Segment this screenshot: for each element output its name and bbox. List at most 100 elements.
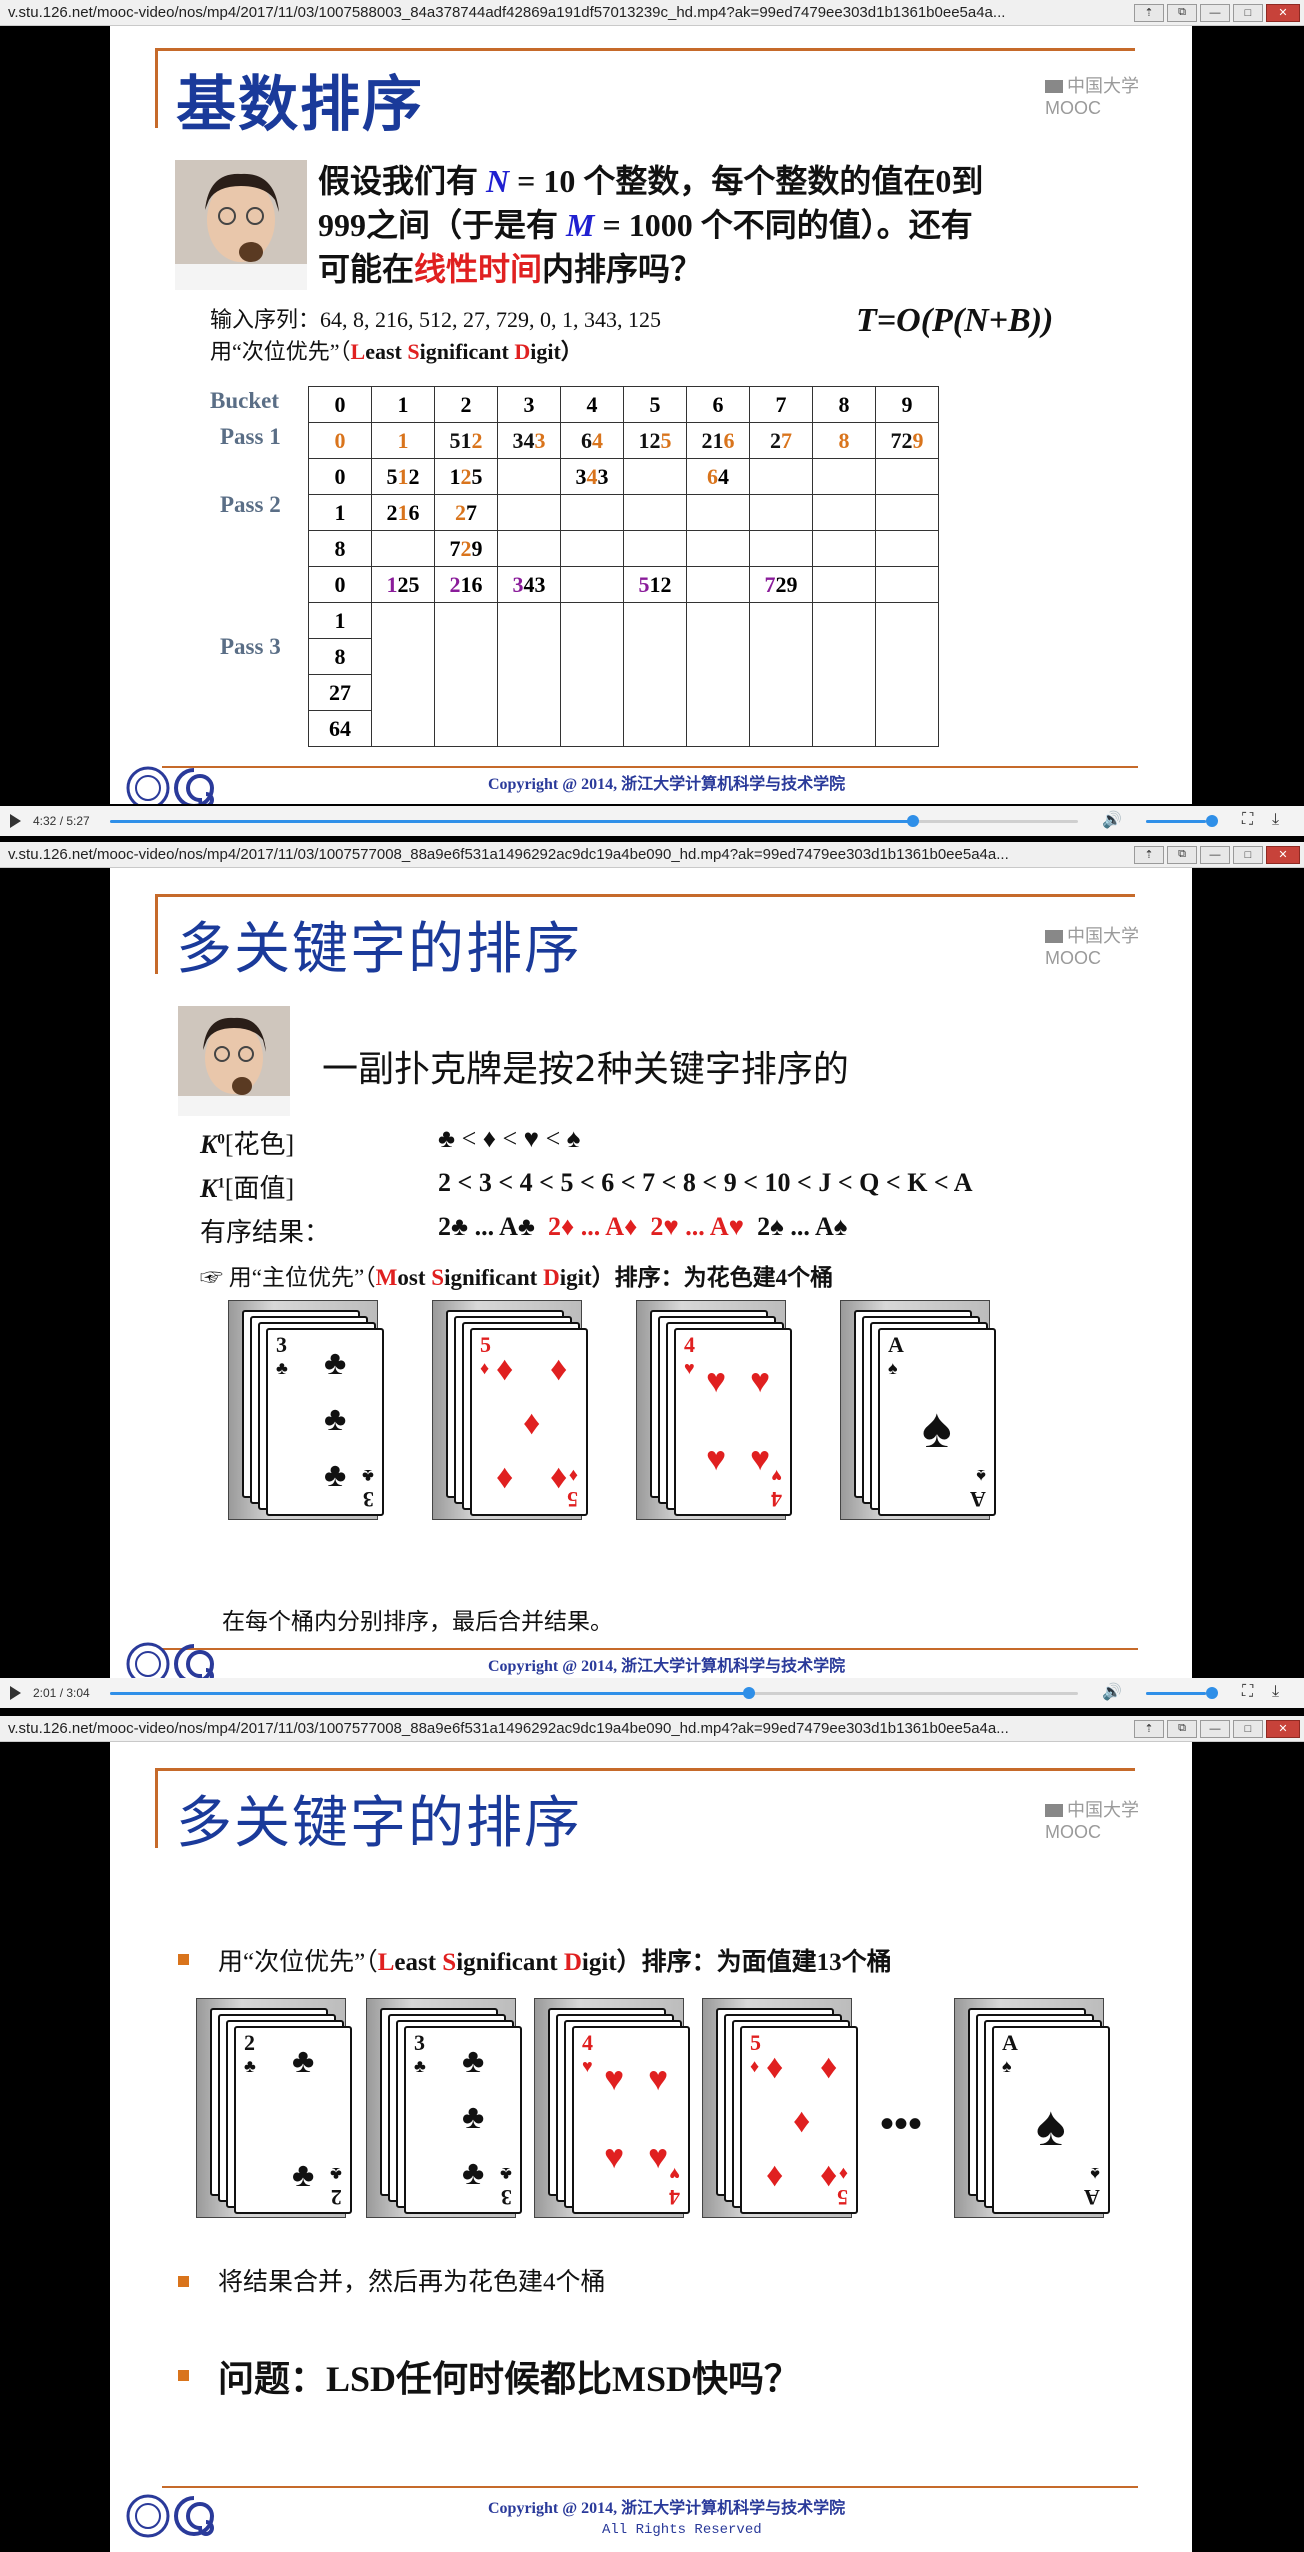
playback-time: 4:32 / 5:27 bbox=[33, 814, 90, 828]
card-rank: 5 bbox=[480, 1332, 491, 1357]
zju-logo bbox=[126, 1640, 215, 1678]
maximize-button[interactable]: □ bbox=[1233, 845, 1263, 864]
seek-bar[interactable] bbox=[110, 1687, 1078, 1699]
maximize-button[interactable]: □ bbox=[1233, 1719, 1263, 1738]
radix-bucket-table: 0 1 2 3 4 5 6 7 8 9 0 1 512 343 64 125 216 27 8 729 0 512 125 3… bbox=[308, 386, 939, 747]
minimize-button[interactable]: — bbox=[1200, 845, 1230, 864]
volume-slider[interactable] bbox=[1146, 815, 1218, 827]
table-cell bbox=[875, 494, 939, 531]
slide-multikey-lsd: 多关键字的排序 中国大学MOOC 用“次位优先”（Least Significa… bbox=[110, 1742, 1192, 2552]
card-suit-icon: ♣ bbox=[244, 2056, 256, 2076]
minimize-button[interactable]: — bbox=[1200, 3, 1230, 22]
suit-pip-icon: ♥ bbox=[750, 1440, 771, 1478]
table-cell: 512 bbox=[434, 422, 498, 459]
card-suit-icon: ♣ bbox=[414, 2056, 426, 2076]
suit-pip-icon: ♥ bbox=[648, 2138, 669, 2176]
table-cell bbox=[623, 530, 687, 567]
minimize-button[interactable]: — bbox=[1200, 1719, 1230, 1738]
playing-card: 4 ♥ 4 ♥ ♥ ♥ ♥ ♥ bbox=[674, 1328, 792, 1516]
restore-button[interactable]: ⧉ bbox=[1167, 3, 1197, 22]
fullscreen-icon[interactable]: ⛶ bbox=[1242, 811, 1253, 829]
window-title-bar[interactable]: v.stu.126.net/mooc-video/nos/mp4/2017/11… bbox=[0, 842, 1304, 868]
close-button[interactable]: ✕ bbox=[1266, 1719, 1300, 1738]
pin-button[interactable]: ⇡ bbox=[1134, 1719, 1164, 1738]
suit-pip-icon: ♥ bbox=[706, 1362, 727, 1400]
restore-button[interactable]: ⧉ bbox=[1167, 1719, 1197, 1738]
play-icon[interactable] bbox=[10, 1686, 21, 1700]
table-cell bbox=[812, 602, 876, 747]
table-cell bbox=[812, 566, 876, 603]
msd-description: ☞ 用“主位优先”（Most Significant Digit）排序：为花色建… bbox=[200, 1265, 834, 1290]
play-icon[interactable] bbox=[10, 814, 21, 828]
k0-label: K0[花色] bbox=[200, 1130, 295, 1159]
fullscreen-icon[interactable]: ⛶ bbox=[1242, 1683, 1253, 1701]
video-window-1: v.stu.126.net/mooc-video/nos/mp4/2017/11… bbox=[0, 0, 1304, 840]
suit-pip-icon: ♦ bbox=[496, 1350, 514, 1388]
merge-note: 在每个桶内分别排序，最后合并结果。 bbox=[222, 1609, 613, 1634]
table-cell: 729 bbox=[434, 530, 498, 567]
volume-slider[interactable] bbox=[1146, 1687, 1218, 1699]
window-title-bar[interactable]: v.stu.126.net/mooc-video/nos/mp4/2017/11… bbox=[0, 1716, 1304, 1742]
bullet-icon bbox=[178, 2276, 189, 2287]
close-button[interactable]: ✕ bbox=[1266, 845, 1300, 864]
table-cell: 343 bbox=[497, 422, 561, 459]
download-icon[interactable]: ⤓ bbox=[1272, 811, 1279, 829]
table-cell bbox=[560, 530, 624, 567]
table-cell: 343 bbox=[560, 458, 624, 495]
pass1-label: Pass 1 bbox=[220, 424, 281, 449]
table-row: 0 512 125 343 64 bbox=[308, 458, 939, 495]
download-icon[interactable]: ⤓ bbox=[1272, 1683, 1279, 1701]
suit-pip-icon: ♦ bbox=[496, 1458, 514, 1496]
table-row: 1 bbox=[308, 602, 939, 747]
pin-button[interactable]: ⇡ bbox=[1134, 3, 1164, 22]
card-rank: A bbox=[1002, 2030, 1018, 2055]
table-cell: 4 bbox=[560, 386, 624, 423]
table-cell: 0 bbox=[308, 386, 372, 423]
slide-title: 多关键字的排序 bbox=[176, 917, 582, 982]
restore-button[interactable]: ⧉ bbox=[1167, 845, 1197, 864]
card-rank: 4 bbox=[684, 1332, 695, 1357]
table-cell: 0 bbox=[308, 458, 372, 495]
card-rank: 5 bbox=[750, 2030, 761, 2055]
card-bucket: 3 ♣ 3 ♣ ♣ ♣ ♣ bbox=[366, 1998, 526, 2228]
table-cell: 27 bbox=[308, 674, 372, 711]
table-cell bbox=[686, 566, 750, 603]
bucket-label: Bucket bbox=[210, 388, 279, 413]
mooc-logo-icon bbox=[1045, 80, 1063, 93]
table-cell: 216 bbox=[371, 494, 435, 531]
table-cell: 8 bbox=[308, 530, 372, 567]
card-rank: 2 bbox=[244, 2030, 255, 2055]
table-cell bbox=[812, 494, 876, 531]
table-cell: 1 bbox=[371, 422, 435, 459]
complexity-formula: T=O(P(N+B)) bbox=[856, 302, 1054, 339]
close-button[interactable]: ✕ bbox=[1266, 3, 1300, 22]
table-cell: 64 bbox=[308, 710, 372, 747]
table-cell: 0 bbox=[308, 566, 372, 603]
volume-icon[interactable]: 🔊 bbox=[1102, 810, 1122, 830]
table-cell bbox=[623, 494, 687, 531]
table-cell bbox=[686, 530, 750, 567]
lsd-bucket-text: 用“次位优先”（Least Significant Digit）排序：为面值建1… bbox=[218, 1949, 892, 1976]
window-title-bar[interactable]: v.stu.126.net/mooc-video/nos/mp4/2017/11… bbox=[0, 0, 1304, 26]
suit-pip-icon: ♣ bbox=[324, 1456, 347, 1494]
suit-pip-icon: ♣ bbox=[292, 2042, 315, 2080]
volume-icon[interactable]: 🔊 bbox=[1102, 1682, 1122, 1702]
lecturer-photo bbox=[175, 160, 307, 290]
bullet-icon bbox=[178, 2370, 189, 2381]
card-suit-icon: ♠ bbox=[1002, 2056, 1012, 2076]
question-line-1: 假设我们有 N = 10 个整数，每个整数的值在0到 bbox=[318, 163, 984, 199]
video-url: v.stu.126.net/mooc-video/nos/mp4/2017/11… bbox=[8, 846, 1009, 863]
pin-button[interactable]: ⇡ bbox=[1134, 845, 1164, 864]
table-row: 8 729 bbox=[308, 530, 939, 567]
suit-pip-icon: ♦ bbox=[766, 2048, 784, 2086]
zju-logo bbox=[126, 2492, 215, 2538]
table-cell bbox=[434, 602, 498, 747]
suit-pip-icon: ♦ bbox=[550, 1350, 568, 1388]
maximize-button[interactable]: □ bbox=[1233, 3, 1263, 22]
suit-pip-icon: ♠ bbox=[1036, 2094, 1066, 2157]
suit-pip-icon: ♥ bbox=[648, 2060, 669, 2098]
playing-card: 2 ♣ 2 ♣ ♣ ♣ bbox=[234, 2026, 352, 2214]
card-suit-icon: ♥ bbox=[684, 1358, 695, 1378]
table-row: 0 125 216 343 512 729 bbox=[308, 566, 939, 603]
seek-bar[interactable] bbox=[110, 815, 1078, 827]
